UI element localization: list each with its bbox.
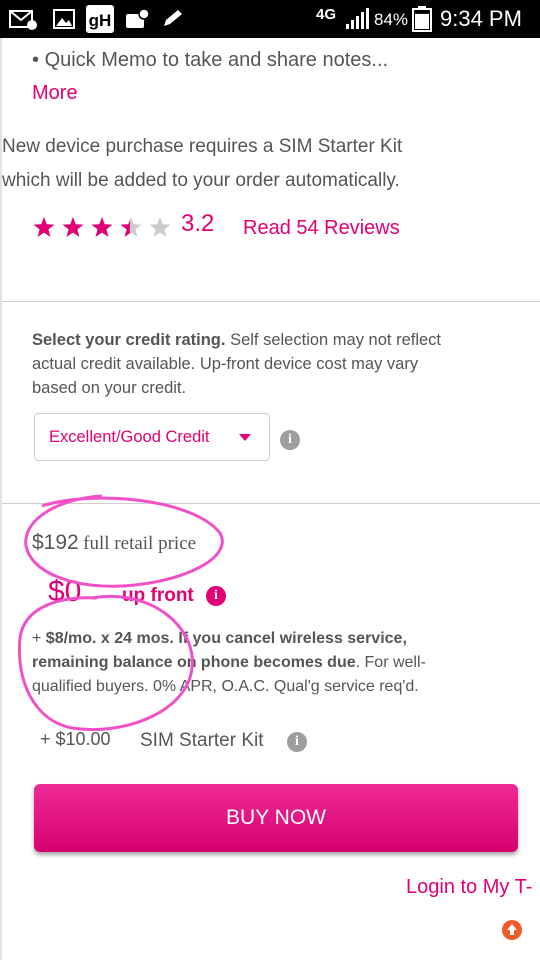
gmail-icon: [9, 10, 37, 30]
pen-icon: [164, 10, 182, 26]
login-link[interactable]: Login to My T-: [406, 876, 532, 899]
upfront-info-icon[interactable]: i: [206, 586, 226, 606]
star-rating: [33, 217, 171, 237]
retail-label: full retail price: [83, 533, 197, 554]
star-filled-icon: [91, 217, 113, 237]
monthly-terms: $8/mo. x 24 mos.: [45, 630, 174, 647]
product-page: • Quick Memo to take and share notes... …: [0, 38, 540, 960]
credit-text-1: Self selection may not reflect: [230, 331, 442, 349]
section-divider: [2, 503, 540, 504]
section-divider: [2, 301, 540, 302]
read-reviews-link[interactable]: Read 54 Reviews: [243, 217, 400, 240]
credit-heading: Select your credit rating.: [32, 331, 226, 349]
retail-price: $192: [32, 531, 79, 554]
upfront-price: $0: [48, 575, 82, 608]
sim-kit-info-icon[interactable]: i: [287, 732, 307, 752]
scroll-top-icon[interactable]: [501, 919, 523, 941]
more-link[interactable]: More: [32, 82, 78, 105]
star-filled-icon: [62, 217, 84, 237]
credit-description: Select your credit rating. Self selectio…: [32, 328, 502, 400]
status-bar: gH 4G 84% 9:34 PM: [0, 0, 540, 38]
cancel-terms: If you cancel wireless service,: [178, 630, 407, 647]
cancel-terms-2: remaining balance on phone becomes due: [32, 654, 356, 671]
chevron-down-icon: [239, 434, 251, 441]
upfront-label: up front: [122, 585, 194, 606]
rating-value: 3.2: [181, 210, 215, 237]
sim-kit-price: + $10.00: [40, 729, 111, 749]
credit-rating-select[interactable]: Excellent/Good Credit: [34, 413, 270, 461]
sim-notice-line1: New device purchase requires a SIM Start…: [2, 136, 403, 157]
credit-info-icon[interactable]: i: [280, 430, 300, 450]
monthly-prefix: +: [32, 630, 46, 647]
battery-icon: [412, 6, 432, 32]
signal-icon: [346, 8, 369, 29]
star-empty-icon: [149, 217, 171, 237]
network-4g-icon: 4G: [316, 6, 337, 23]
feature-bullet-item: • Quick Memo to take and share notes...: [32, 49, 388, 72]
buy-now-button[interactable]: BUY NOW: [34, 784, 518, 852]
battery-percent: 84%: [374, 10, 409, 29]
financing-terms: + $8/mo. x 24 mos. If you cancel wireles…: [32, 627, 512, 699]
credit-text-2: actual credit available. Up-front device…: [32, 355, 419, 373]
gallery-icon: [53, 9, 75, 29]
feature-text: Quick Memo to take and share notes...: [44, 49, 389, 71]
credit-text-3: based on your credit.: [32, 379, 187, 397]
bullet-dot: •: [32, 49, 45, 71]
credit-select-value: Excellent/Good Credit: [49, 428, 210, 446]
fine-print-1: . For well-: [355, 654, 426, 671]
svg-text:gH: gH: [89, 11, 112, 30]
retail-price-line: $192 full retail price: [32, 531, 196, 555]
fine-print-2: qualified buyers. 0% APR, O.A.C. Qual'g …: [32, 678, 419, 695]
clock: 9:34 PM: [440, 6, 522, 31]
star-filled-icon: [33, 217, 55, 237]
gh-app-icon: gH: [86, 5, 114, 33]
sim-kit-label: SIM Starter Kit: [140, 730, 264, 751]
sim-notice-line2: which will be added to your order automa…: [2, 170, 400, 191]
settings-icon: [126, 8, 150, 28]
